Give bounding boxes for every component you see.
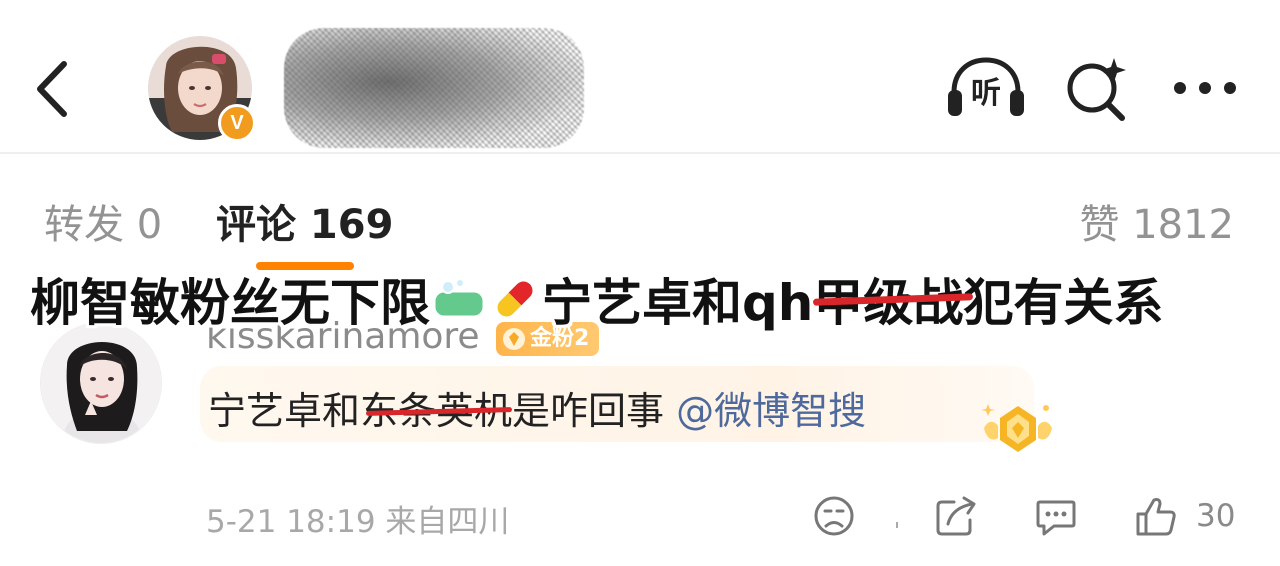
- back-button[interactable]: [30, 58, 76, 120]
- chevron-left-icon: [37, 61, 67, 117]
- comment-location: 来自四川: [385, 504, 510, 540]
- overlay-caption: 柳智敏粉丝无下限 宁艺卓和qh 甲级战 犯有关系: [30, 264, 1270, 334]
- caption-part2: 宁艺卓和qh: [542, 274, 814, 332]
- listen-label: 听: [971, 76, 1001, 111]
- thumbs-up-icon: [1136, 498, 1176, 536]
- separator-dot: [896, 522, 898, 528]
- commenter-avatar[interactable]: [40, 322, 162, 444]
- comment-text-struck: 东条英机: [360, 389, 513, 433]
- like-count: 30: [1196, 498, 1236, 534]
- tab-likes[interactable]: 赞 1812: [1079, 192, 1234, 250]
- mention-link[interactable]: @微博智搜: [676, 389, 866, 433]
- share-icon: [936, 496, 976, 536]
- search-button[interactable]: [1064, 56, 1130, 122]
- tab-comments[interactable]: 评论 169: [216, 192, 393, 250]
- comment-text: 宁艺卓和东条英机是咋回事 @微博智搜: [208, 380, 866, 435]
- listen-button[interactable]: 听: [946, 56, 1026, 120]
- more-dots-icon: [1174, 82, 1236, 94]
- tab-repost[interactable]: 转发 0: [44, 192, 162, 250]
- pill-icon: [493, 277, 537, 321]
- sad-face-icon: [814, 496, 854, 536]
- header-divider: [0, 152, 1280, 154]
- soap-icon: [432, 278, 486, 319]
- caption-part1: 柳智敏粉丝无下限: [30, 274, 430, 332]
- comment-icon: [1036, 500, 1076, 536]
- reply-button[interactable]: [1034, 494, 1078, 538]
- crown-badge-icon: [981, 404, 1052, 452]
- verified-badge: V: [218, 104, 256, 142]
- search-sparkle-icon: [1067, 58, 1126, 121]
- caption-struck: 甲级战: [813, 263, 963, 335]
- comment-timestamp: 5-21 18:19: [206, 504, 376, 540]
- caption-part3: 犯有关系: [963, 274, 1164, 332]
- comment-text-after: 是咋回事: [512, 389, 665, 433]
- comment-screen: V 听 转发 0 评论 169 赞 1812 kisskarinamore 金粉…: [0, 0, 1280, 566]
- comment-text-before: 宁艺卓和: [208, 389, 361, 433]
- more-button[interactable]: [1170, 70, 1240, 106]
- redacted-username: [284, 28, 584, 148]
- share-button[interactable]: [934, 494, 978, 538]
- like-button[interactable]: [1134, 494, 1178, 538]
- reaction-button[interactable]: [812, 494, 856, 538]
- comment-meta: 5-21 18:19 来自四川: [206, 496, 509, 541]
- author-avatar[interactable]: V: [148, 36, 256, 142]
